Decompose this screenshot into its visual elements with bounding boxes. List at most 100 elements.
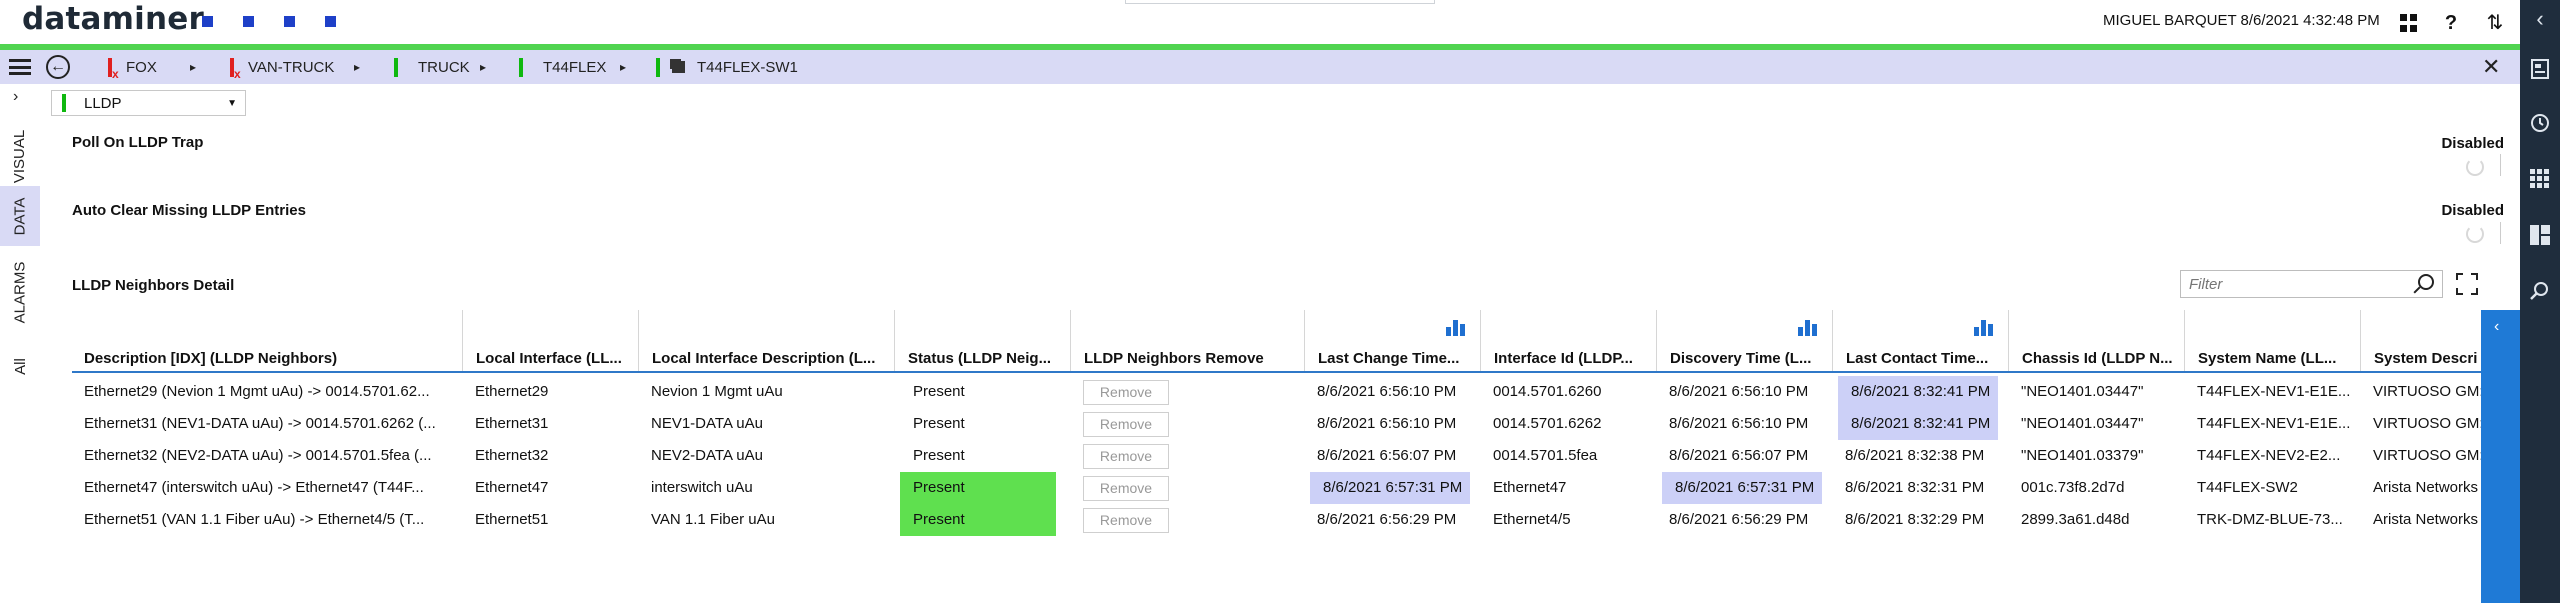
cell-status: Present — [900, 504, 1056, 536]
table-row[interactable]: Ethernet32 (NEV2-DATA uAu) -> 0014.5701.… — [72, 440, 2481, 472]
top-bar: dataminer MIGUEL BARQUET 8/6/2021 4:32:4… — [0, 0, 2520, 44]
column-header-system-description[interactable]: System Descri — [2360, 310, 2481, 371]
sort-arrows-icon[interactable]: ⇅ — [2482, 10, 2508, 36]
breadcrumb-item-fox[interactable]: x FOX — [108, 50, 157, 84]
breadcrumb-item-truck[interactable]: TRUCK — [394, 50, 470, 84]
remove-button[interactable]: Remove — [1083, 508, 1169, 533]
cell-system-name: T44FLEX-NEV1-E1E... — [2197, 383, 2351, 400]
cell-local-interface-description: NEV1-DATA uAu — [651, 415, 763, 432]
cell-last-change-time: 8/6/2021 6:56:29 PM — [1317, 511, 1457, 528]
breadcrumb-label: FOX — [126, 58, 157, 76]
top-notch[interactable] — [1125, 0, 1435, 4]
collapse-chevron-icon[interactable]: ‹ — [2520, 6, 2560, 32]
column-header-interface-id[interactable]: Interface Id (LLDP... — [1480, 310, 1656, 371]
dashboard-icon[interactable] — [2520, 224, 2560, 252]
cell-chassis-id: 2899.3a61.d48d — [2021, 511, 2130, 528]
column-header-local-interface-description[interactable]: Local Interface Description (L... — [638, 310, 894, 371]
user-info[interactable]: MIGUEL BARQUET 8/6/2021 4:32:48 PM — [2103, 12, 2380, 29]
search-icon[interactable] — [2418, 274, 2434, 290]
breadcrumb-label: T44FLEX-SW1 — [697, 58, 798, 76]
table-row[interactable]: Ethernet51 (VAN 1.1 Fiber uAu) -> Ethern… — [72, 504, 2481, 536]
breadcrumb-item-t44flex[interactable]: T44FLEX — [519, 50, 606, 84]
table-header: Description [IDX] (LLDP Neighbors) Local… — [72, 310, 2481, 373]
cell-system-name: T44FLEX-SW2 — [2197, 479, 2298, 496]
remove-button[interactable]: Remove — [1083, 444, 1169, 469]
element-icon — [672, 61, 685, 73]
filter-field[interactable] — [2180, 270, 2443, 298]
vertical-scrollbar[interactable]: ‹ — [2481, 310, 2520, 603]
chevron-left-icon[interactable]: ‹ — [2494, 318, 2499, 336]
breadcrumb-item-t44flex-sw1[interactable]: T44FLEX-SW1 — [656, 50, 798, 84]
cell-discovery-time: 8/6/2021 6:57:31 PM — [1662, 472, 1822, 504]
hamburger-menu-icon[interactable] — [9, 59, 31, 75]
cell-local-interface: Ethernet47 — [475, 479, 549, 496]
column-header-description[interactable]: Description [IDX] (LLDP Neighbors) — [72, 310, 462, 371]
cell-system-description: Arista Networks — [2373, 511, 2479, 528]
brand-square — [202, 16, 213, 27]
chevron-right-icon[interactable]: ▸ — [480, 50, 486, 84]
apps-grid-icon[interactable] — [2400, 14, 2418, 32]
page-selector-dropdown[interactable]: LLDP ▼ — [51, 90, 246, 116]
cell-interface-id: Ethernet4/5 — [1493, 511, 1571, 528]
cell-chassis-id: "NEO1401.03447" — [2021, 415, 2144, 432]
column-header-discovery-time[interactable]: Discovery Time (L... — [1656, 310, 1832, 371]
chevron-right-icon[interactable]: › — [13, 88, 18, 106]
column-header-chassis-id[interactable]: Chassis Id (LLDP N... — [2008, 310, 2184, 371]
fullscreen-icon[interactable] — [2456, 273, 2478, 295]
cell-description: Ethernet31 (NEV1-DATA uAu) -> 0014.5701.… — [84, 415, 436, 432]
apps-icon[interactable] — [2520, 168, 2560, 196]
tab-data[interactable]: DATA — [0, 186, 40, 246]
cell-last-contact-time: 8/6/2021 8:32:38 PM — [1845, 447, 1985, 464]
breadcrumb-label: T44FLEX — [543, 58, 607, 76]
cell-system-description: Arista Networks — [2373, 479, 2479, 496]
card-icon[interactable] — [2520, 58, 2560, 86]
cell-status: Present — [900, 472, 1056, 504]
trend-chart-icon[interactable] — [1974, 320, 1994, 336]
close-icon[interactable]: ✕ — [2482, 50, 2500, 84]
cell-discovery-time: 8/6/2021 6:56:29 PM — [1669, 511, 1809, 528]
column-header-remove[interactable]: LLDP Neighbors Remove — [1070, 310, 1304, 371]
help-icon[interactable]: ? — [2438, 10, 2464, 36]
cell-discovery-time: 8/6/2021 6:56:07 PM — [1669, 447, 1809, 464]
back-button[interactable]: ← — [46, 55, 70, 79]
column-header-system-name[interactable]: System Name (LL... — [2184, 310, 2360, 371]
search-icon[interactable] — [2520, 280, 2560, 308]
cell-system-description: VIRTUOSO GM: — [2373, 415, 2481, 432]
tab-alarms[interactable]: ALARMS — [0, 246, 40, 338]
trend-chart-icon[interactable] — [1798, 320, 1818, 336]
param-label-auto-clear-missing: Auto Clear Missing LLDP Entries — [72, 202, 306, 219]
column-header-last-change-time[interactable]: Last Change Time... — [1304, 310, 1480, 371]
cell-system-name: T44FLEX-NEV1-E1E... — [2197, 415, 2351, 432]
chevron-right-icon[interactable]: ▸ — [620, 50, 626, 84]
lldp-neighbors-table: Description [IDX] (LLDP Neighbors) Local… — [72, 310, 2481, 540]
remove-button[interactable]: Remove — [1083, 380, 1169, 405]
brand-square — [243, 16, 254, 27]
filter-input[interactable] — [2189, 271, 2399, 297]
dataminer-logo[interactable]: dataminer — [22, 1, 204, 37]
cell-local-interface-description: NEV2-DATA uAu — [651, 447, 763, 464]
remove-button[interactable]: Remove — [1083, 476, 1169, 501]
right-sidebar: ‹ — [2520, 0, 2560, 603]
table-title: LLDP Neighbors Detail — [72, 277, 235, 294]
cell-discovery-time: 8/6/2021 6:56:10 PM — [1669, 383, 1809, 400]
chevron-right-icon[interactable]: ▸ — [190, 50, 196, 84]
chevron-right-icon[interactable]: ▸ — [354, 50, 360, 84]
cell-last-change-time: 8/6/2021 6:56:10 PM — [1317, 415, 1457, 432]
column-header-local-interface[interactable]: Local Interface (LL... — [462, 310, 638, 371]
cell-discovery-time: 8/6/2021 6:56:10 PM — [1669, 415, 1809, 432]
table-row[interactable]: Ethernet29 (Nevion 1 Mgmt uAu) -> 0014.5… — [72, 376, 2481, 408]
remove-button[interactable]: Remove — [1083, 412, 1169, 437]
column-header-status[interactable]: Status (LLDP Neig... — [894, 310, 1070, 371]
cell-status: Present — [913, 447, 965, 464]
breadcrumb-item-van-truck[interactable]: x VAN-TRUCK — [230, 50, 334, 84]
history-icon[interactable] — [2520, 112, 2560, 140]
trend-chart-icon[interactable] — [1446, 320, 1466, 336]
brand-squares — [202, 16, 336, 27]
column-header-last-contact-time[interactable]: Last Contact Time... — [1832, 310, 2008, 371]
cell-description: Ethernet32 (NEV2-DATA uAu) -> 0014.5701.… — [84, 447, 432, 464]
table-row[interactable]: Ethernet47 (interswitch uAu) -> Ethernet… — [72, 472, 2481, 504]
loading-spinner-icon — [2466, 158, 2484, 176]
cell-local-interface: Ethernet51 — [475, 511, 549, 528]
table-row[interactable]: Ethernet31 (NEV1-DATA uAu) -> 0014.5701.… — [72, 408, 2481, 440]
tab-all[interactable]: All — [0, 342, 40, 390]
